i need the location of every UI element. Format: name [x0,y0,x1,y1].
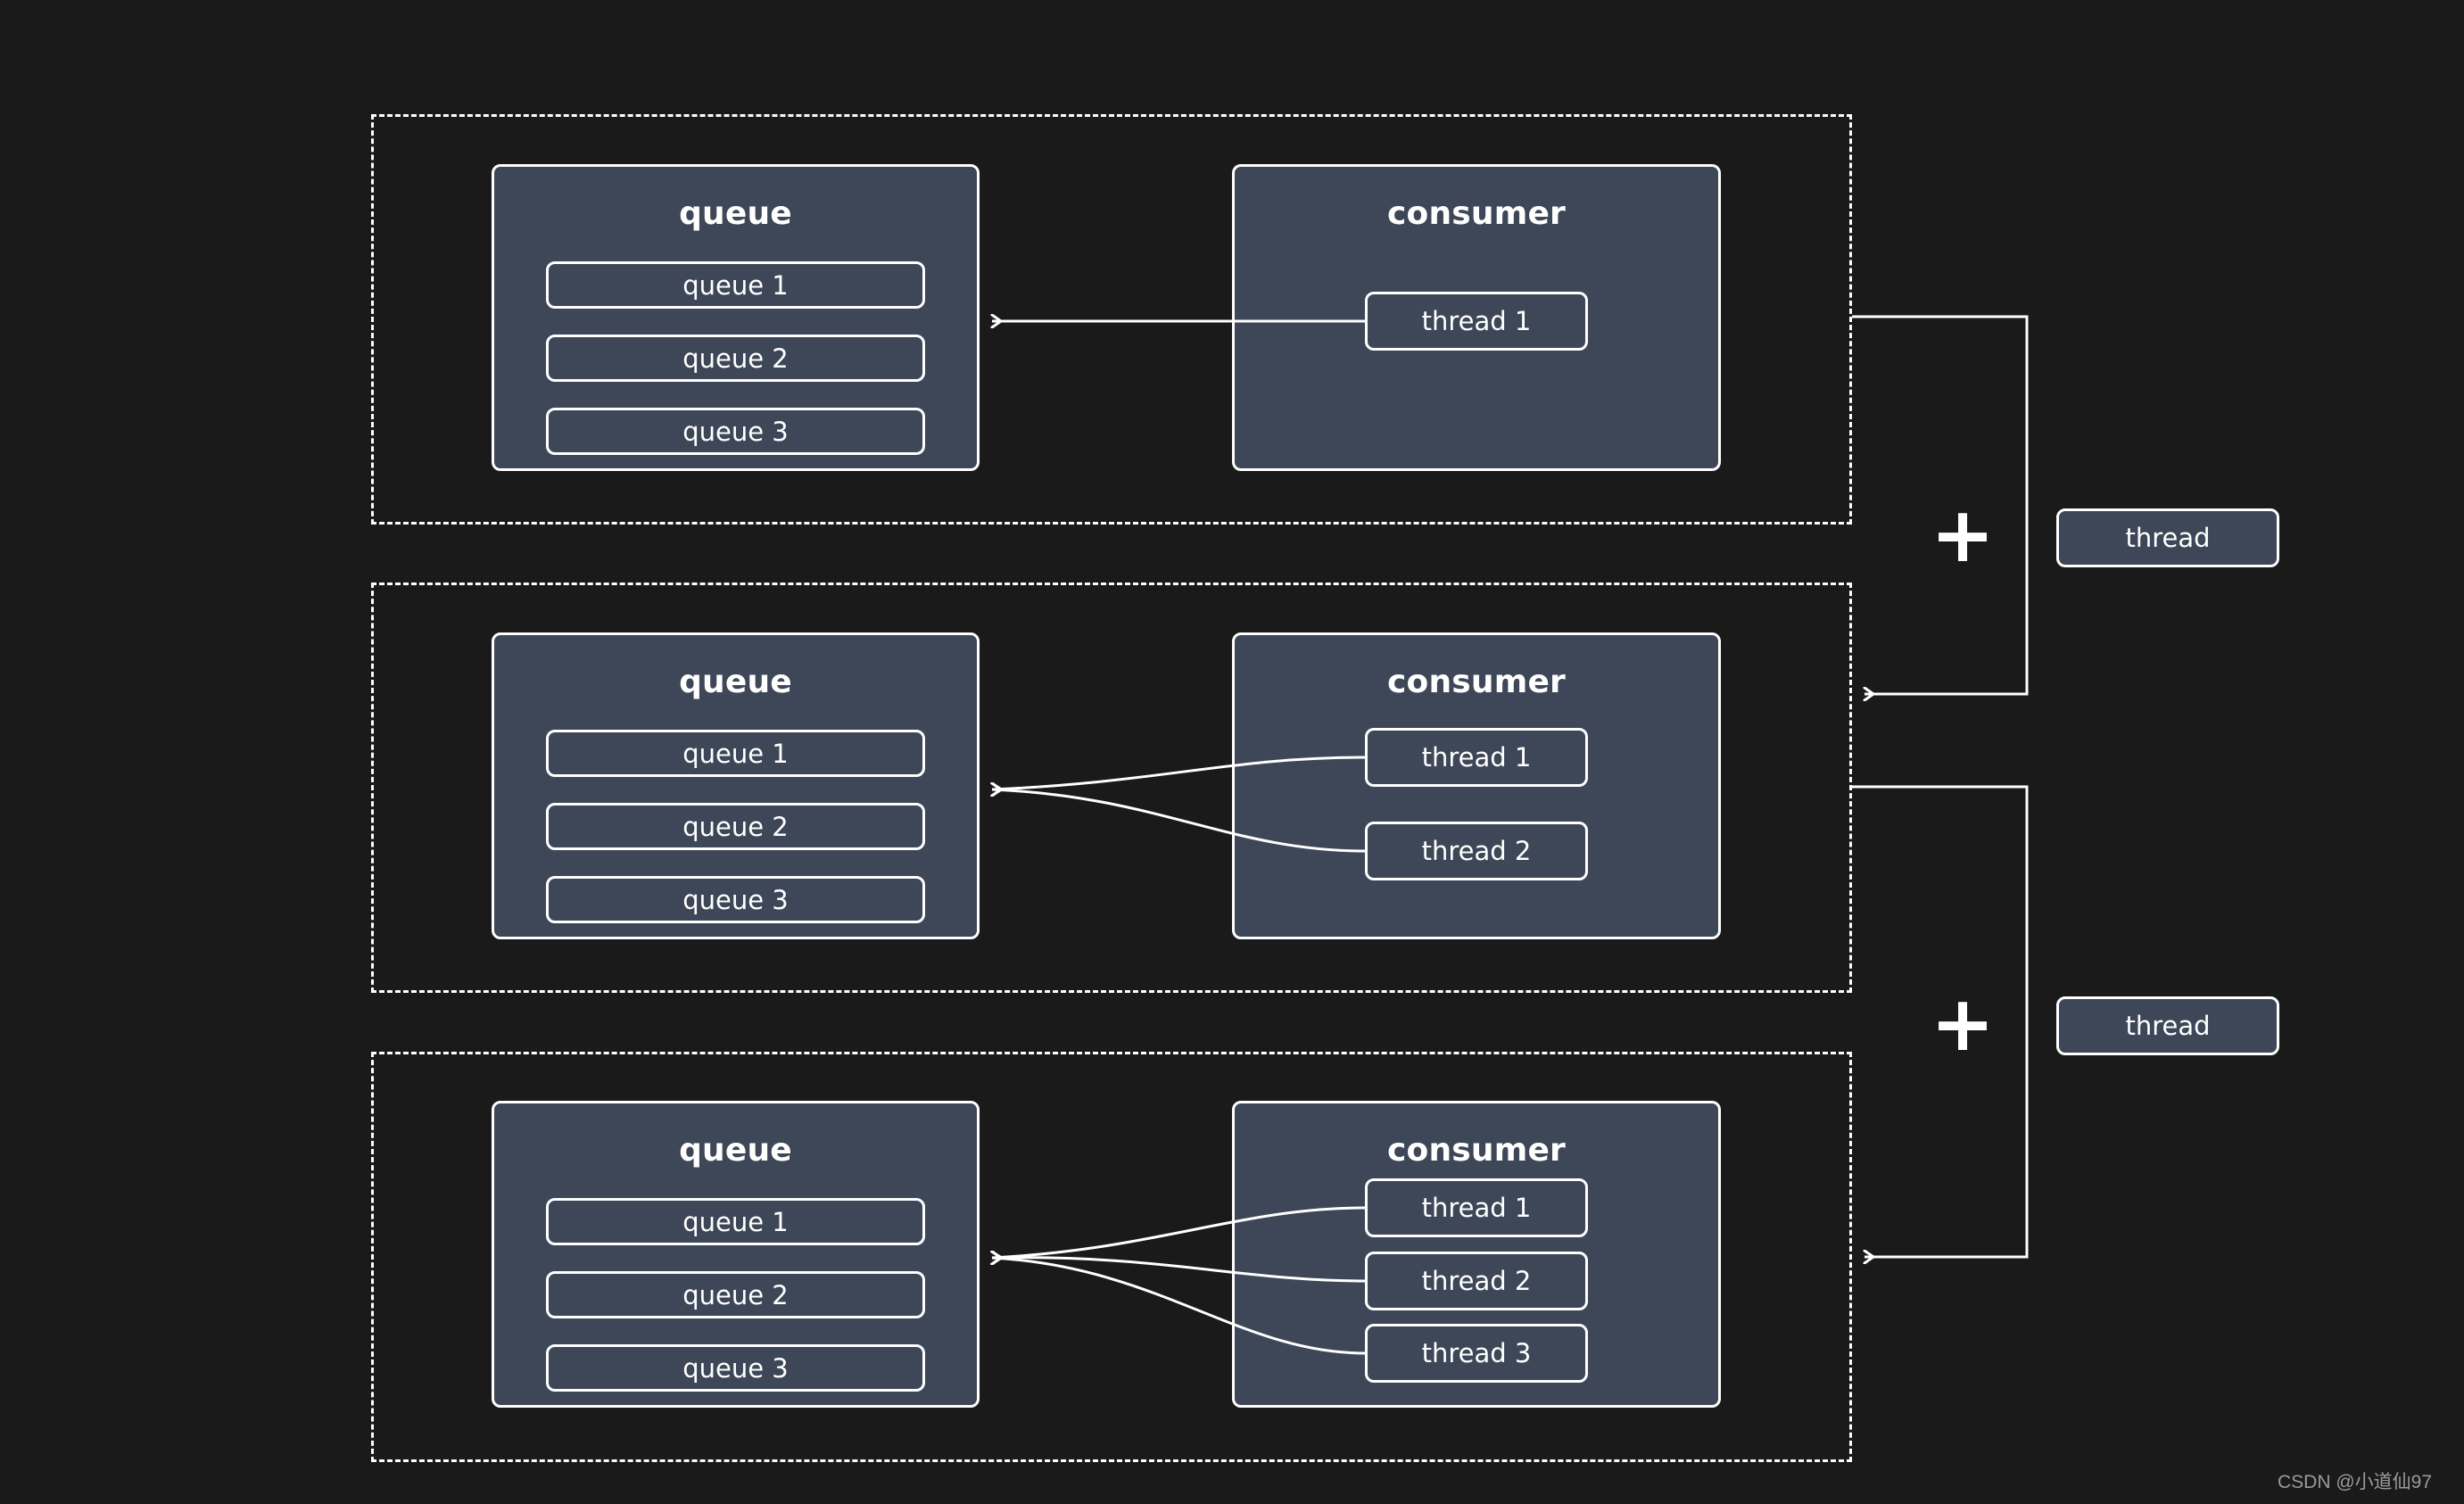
side-thread-chip-1[interactable]: thread [2056,508,2279,567]
plus-operator-2: + [1930,979,1996,1069]
thread-chip-3-3[interactable]: thread 3 [1365,1324,1588,1383]
diagram-canvas: queue queue 1 queue 2 queue 3 consumer t… [0,0,2464,1504]
queue-panel-title-1: queue [679,195,792,232]
consumer-panel-title-3: consumer [1386,1132,1567,1169]
consumer-panel-title-2: consumer [1386,664,1567,700]
thread-chip-2-1[interactable]: thread 1 [1365,728,1588,787]
queue-item-3-2[interactable]: queue 2 [546,1271,925,1318]
watermark: CSDN @小道仙97 [2278,1472,2433,1492]
queue-item-3-3[interactable]: queue 3 [546,1344,925,1392]
plus-operator-1: + [1930,491,1996,580]
queue-panel-title-3: queue [679,1132,792,1169]
queue-item-2-2[interactable]: queue 2 [546,803,925,850]
side-thread-chip-2[interactable]: thread [2056,996,2279,1055]
queue-item-3-1[interactable]: queue 1 [546,1198,925,1245]
queue-item-1-3[interactable]: queue 3 [546,408,925,455]
thread-chip-2-2[interactable]: thread 2 [1365,822,1588,880]
queue-panel-title-2: queue [679,664,792,700]
thread-chip-1-1[interactable]: thread 1 [1365,292,1588,351]
thread-chip-3-1[interactable]: thread 1 [1365,1178,1588,1237]
queue-item-2-3[interactable]: queue 3 [546,876,925,923]
queue-item-1-2[interactable]: queue 2 [546,335,925,382]
consumer-panel-title-1: consumer [1386,195,1567,232]
queue-item-1-1[interactable]: queue 1 [546,261,925,309]
thread-chip-3-2[interactable]: thread 2 [1365,1252,1588,1310]
queue-item-2-1[interactable]: queue 1 [546,730,925,777]
